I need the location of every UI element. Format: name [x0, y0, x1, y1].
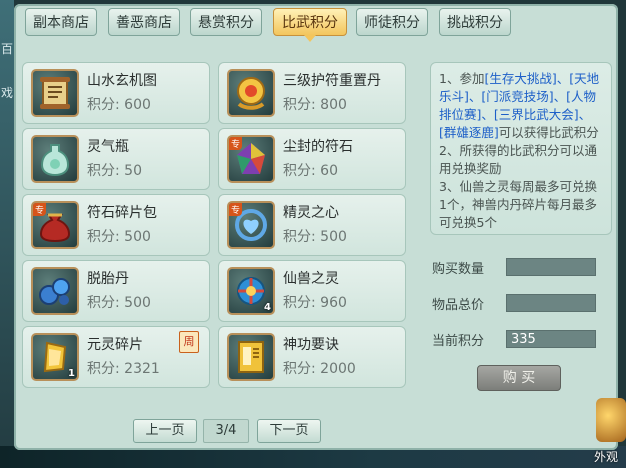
item-cell[interactable]: 灵气瓶 积分: 50: [22, 128, 210, 190]
vase-icon: [31, 135, 79, 183]
item-name: 神功要诀: [283, 337, 339, 353]
crystal-shard-icon: 1: [31, 333, 79, 381]
tab-dungeon-shop[interactable]: 副本商店: [25, 8, 97, 36]
item-cell[interactable]: 专 符石碎片包 积分: 500: [22, 194, 210, 256]
appearance-button[interactable]: 外观: [594, 398, 626, 468]
weekly-badge: 周: [179, 331, 199, 353]
rules-description: 1、参加[生存大挑战]、[天地乐斗]、[门派竞技场]、[人物排位赛]、[三界比武…: [430, 62, 612, 235]
buy-button[interactable]: 购 买: [477, 365, 561, 391]
rule-3: 3、仙兽之灵每周最多可兑换1个，神兽内丹碎片每月最多可兑换5个: [439, 179, 597, 230]
tab-mentor-points[interactable]: 师徒积分: [356, 8, 428, 36]
item-grid: 山水玄机图 积分: 600 三级护符重置丹 积分: 800 灵气瓶 积分: 50…: [22, 62, 407, 407]
rune-stone-icon: 专: [227, 135, 275, 183]
tab-bounty-points[interactable]: 悬赏积分: [190, 8, 262, 36]
item-score: 积分: 500: [87, 295, 151, 311]
item-cell[interactable]: 4 仙兽之灵 积分: 960: [218, 260, 406, 322]
rule-1-suffix: 可以获得比武积分: [498, 125, 599, 140]
rule-1-prefix: 1、参加: [439, 71, 485, 86]
rule-2: 2、所获得的比武积分可以通用兑换奖励: [439, 143, 597, 176]
prev-page-button[interactable]: 上一页: [133, 419, 197, 443]
exclusive-tag: 专: [33, 203, 47, 216]
item-name: 灵气瓶: [87, 139, 129, 155]
item-name: 尘封的符石: [283, 139, 353, 155]
current-points-field: 335: [506, 330, 596, 348]
item-cell[interactable]: 专 精灵之心 积分: 500: [218, 194, 406, 256]
item-cell[interactable]: 三级护符重置丹 积分: 800: [218, 62, 406, 124]
total-price-field: [506, 294, 596, 312]
spirit-heart-icon: 专: [227, 201, 275, 249]
next-page-button[interactable]: 下一页: [257, 419, 321, 443]
item-name: 元灵碎片: [87, 337, 143, 353]
current-points-label: 当前积分: [432, 334, 485, 349]
item-cell[interactable]: 山水玄机图 积分: 600: [22, 62, 210, 124]
item-name: 山水玄机图: [87, 73, 157, 89]
item-cell[interactable]: 脱胎丹 积分: 500: [22, 260, 210, 322]
pouch-icon: 专: [31, 201, 79, 249]
background-left-edge: 百 戏: [0, 0, 14, 468]
item-name: 符石碎片包: [87, 205, 157, 221]
quantity-input[interactable]: [506, 258, 596, 276]
item-name: 仙兽之灵: [283, 271, 339, 287]
tab-arena-points[interactable]: 比武积分: [273, 8, 347, 42]
item-score: 积分: 800: [283, 97, 347, 113]
scroll-icon: [31, 69, 79, 117]
total-price-label: 物品总价: [432, 298, 485, 313]
appearance-icon: [596, 398, 626, 442]
item-score: 积分: 500: [283, 229, 347, 245]
tab-challenge-points[interactable]: 挑战积分: [439, 8, 511, 36]
item-score: 积分: 600: [87, 97, 151, 113]
exclusive-tag: 专: [229, 137, 243, 150]
pill-icon: [31, 267, 79, 315]
left-edge-char: 戏: [0, 86, 13, 100]
exclusive-tag: 专: [229, 203, 243, 216]
tab-karma-shop[interactable]: 善恶商店: [108, 8, 180, 36]
item-count: 4: [264, 302, 271, 313]
item-score: 积分: 60: [283, 163, 338, 179]
item-name: 精灵之心: [283, 205, 339, 221]
item-score: 积分: 960: [283, 295, 347, 311]
beast-orb-icon: 4: [227, 267, 275, 315]
item-name: 脱胎丹: [87, 271, 129, 287]
item-count: 1: [68, 368, 75, 379]
page-indicator: 3/4: [203, 419, 249, 443]
item-score: 积分: 2321: [87, 361, 160, 377]
item-cell[interactable]: 1 元灵碎片 积分: 2321 周: [22, 326, 210, 388]
item-cell[interactable]: 专 尘封的符石 积分: 60: [218, 128, 406, 190]
left-edge-char: 百: [0, 42, 13, 56]
item-score: 积分: 500: [87, 229, 151, 245]
appearance-label: 外观: [594, 450, 619, 464]
item-name: 三级护符重置丹: [283, 73, 381, 89]
item-cell[interactable]: 神功要诀 积分: 2000: [218, 326, 406, 388]
amulet-icon: [227, 69, 275, 117]
item-score: 积分: 2000: [283, 361, 356, 377]
manual-book-icon: [227, 333, 275, 381]
item-score: 积分: 50: [87, 163, 142, 179]
quantity-label: 购买数量: [432, 262, 485, 277]
